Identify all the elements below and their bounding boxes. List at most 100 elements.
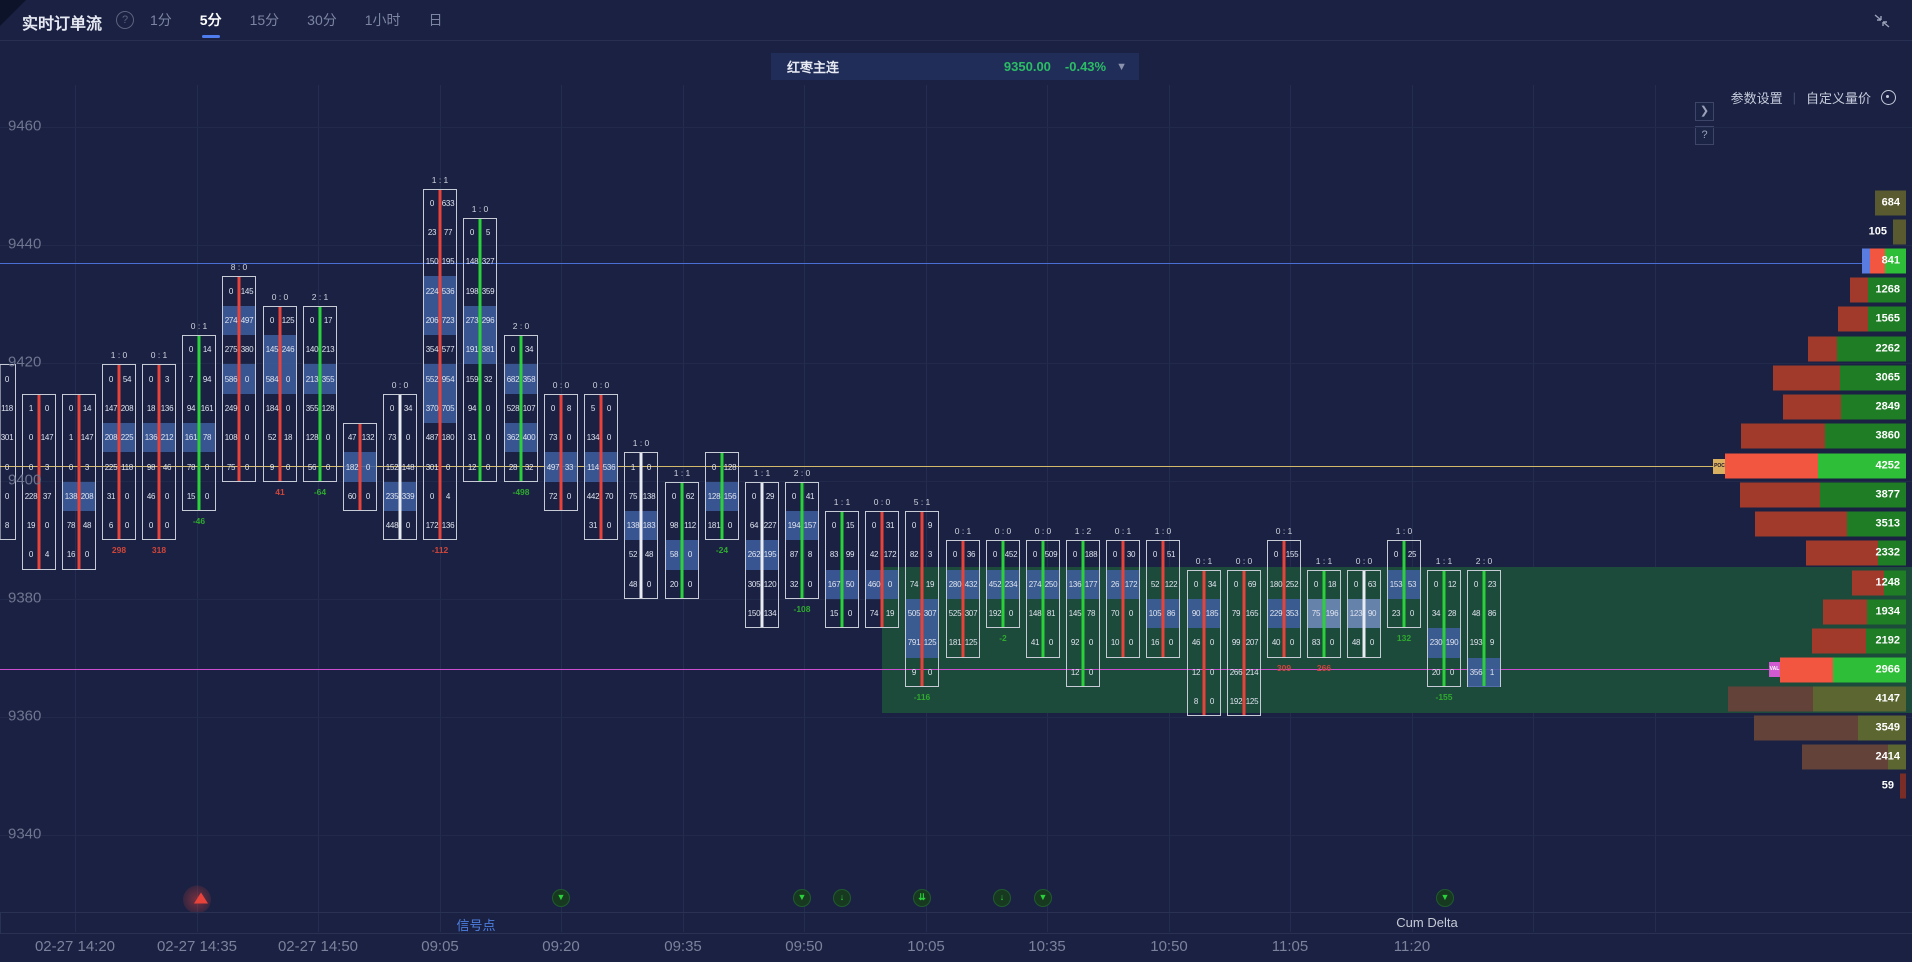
footprint-candle[interactable]: 09823741950530779112590 xyxy=(905,511,939,687)
delta-line xyxy=(1363,571,1366,657)
tab-日[interactable]: 日 xyxy=(429,0,443,40)
tab-5分[interactable]: 5分 xyxy=(200,0,222,40)
footprint-candle[interactable]: 023488619393561 xyxy=(1467,570,1501,687)
footprint-candle[interactable]: 0171402132133553551281280560 xyxy=(303,306,337,482)
ask-volume: 0 xyxy=(119,521,135,530)
delta-line xyxy=(761,483,764,628)
ask-volume: 0 xyxy=(480,404,496,413)
ask-volume: 136 xyxy=(159,404,175,413)
footprint-candle[interactable]: 06298112580200 xyxy=(665,482,699,599)
footprint-candle[interactable]: 0347301521482353394480 xyxy=(383,394,417,541)
tab-15分[interactable]: 15分 xyxy=(250,0,280,40)
footprint-candle[interactable]: 04524522341920 xyxy=(986,540,1020,628)
footprint-candle[interactable]: 0147949416116178780150 xyxy=(182,335,216,511)
footprint-candle[interactable]: 0697916599207266214192125 xyxy=(1227,570,1261,717)
ask-volume: 53 xyxy=(1404,580,1420,589)
footprint-candle[interactable]: 0633237715019522453620672335457755295437… xyxy=(423,189,457,541)
target-icon[interactable] xyxy=(1881,90,1896,105)
profile-bar-segment xyxy=(1823,600,1867,625)
footprint-candle[interactable]: 0346823585281073624002832 xyxy=(504,335,538,482)
footprint-candle[interactable]: 01875196830 xyxy=(1307,570,1341,658)
ask-volume: 14 xyxy=(79,404,95,413)
footprint-candle[interactable]: 05414720820822522511831060 xyxy=(102,364,136,540)
footprint-candle[interactable]: 0314217246007419 xyxy=(865,511,899,628)
footprint-candle[interactable]: 02515353230 xyxy=(1387,540,1421,628)
profile-bar-segment xyxy=(1740,483,1820,508)
params-settings-button[interactable]: 参数设置 xyxy=(1731,88,1783,107)
sell-signal-icon[interactable]: ▼ xyxy=(1436,889,1454,907)
footprint-candle[interactable]: 471321820600 xyxy=(343,423,377,511)
next-panel-button[interactable]: ❯ xyxy=(1695,102,1714,121)
footprint-candle[interactable]: 01281281561810 xyxy=(705,452,739,540)
delta-line xyxy=(319,307,322,481)
ask-volume: 0 xyxy=(280,404,296,413)
footprint-candle[interactable]: 036280432525307181125 xyxy=(946,540,980,657)
ask-volume: 0 xyxy=(39,404,55,413)
footprint-candle[interactable]: 0141147031382087848160 xyxy=(62,394,96,570)
panel-help-button[interactable]: ? xyxy=(1695,126,1714,145)
footprint-candle[interactable]: 0349018546012080 xyxy=(1187,570,1221,717)
sell-signal-icon[interactable]: ↓ xyxy=(833,889,851,907)
buy-signal-icon[interactable] xyxy=(194,893,208,904)
imbalance-label: 1 : 2 xyxy=(1075,526,1092,536)
sell-signal-icon[interactable]: ▼ xyxy=(793,889,811,907)
profile-bar-segment xyxy=(1754,716,1858,741)
footprint-candle[interactable]: 012514524658401840521890 xyxy=(263,306,297,482)
ask-volume: 0 xyxy=(1123,609,1139,618)
footprint-candle[interactable]: 55022311822930178053008 xyxy=(0,364,16,540)
tab-30分[interactable]: 30分 xyxy=(307,0,337,40)
footprint-candle[interactable]: 0515212210586160 xyxy=(1146,540,1180,657)
footprint-candle[interactable]: 0145274497275380586024901080750 xyxy=(222,276,256,481)
ask-volume: 17 xyxy=(320,316,336,325)
tab-1分[interactable]: 1分 xyxy=(150,0,172,40)
collapse-icon[interactable] xyxy=(1874,14,1890,33)
footprint-candle[interactable]: 0123428230190200 xyxy=(1427,570,1461,687)
footprint-candle[interactable]: 050927425014881410 xyxy=(1026,540,1060,657)
sell-signal-icon[interactable]: ⇊ xyxy=(913,889,931,907)
imbalance-label: 0 : 0 xyxy=(1035,526,1052,536)
custom-volume-price-button[interactable]: 自定义量价 xyxy=(1806,88,1871,107)
volume-profile-row: 3877 xyxy=(0,483,1912,508)
footprint-candle[interactable]: 50134011453644270310 xyxy=(584,394,618,541)
ask-volume: 19 xyxy=(882,609,898,618)
profile-bar-segment xyxy=(1755,512,1847,537)
footprint-candle[interactable]: 0514832719835927329619138115932940310120 xyxy=(463,218,497,482)
footprint-candle[interactable]: 0873049733720 xyxy=(544,394,578,511)
profile-row-value: 1268 xyxy=(1876,278,1900,303)
footprint-candle[interactable]: 015839916750150 xyxy=(825,511,859,628)
delta-line xyxy=(439,190,442,540)
ask-volume: 190 xyxy=(1444,638,1460,647)
footprint-candle[interactable]: 0318136136212984646000 xyxy=(142,364,176,540)
footprint-candle[interactable]: 041194157878320 xyxy=(785,482,819,599)
footprint-candle[interactable]: 02964227262195305120150134 xyxy=(745,482,779,629)
imbalance-label: 0 : 0 xyxy=(1356,556,1373,566)
delta-line xyxy=(399,395,402,540)
time-axis-label: 10:50 xyxy=(1150,938,1188,955)
ask-volume: 0 xyxy=(601,521,617,530)
footprint-candle[interactable]: 0155180252229353400 xyxy=(1267,540,1301,657)
ask-volume: 29 xyxy=(762,492,778,501)
ask-volume: 37 xyxy=(39,492,55,501)
ask-volume: 0 xyxy=(1204,638,1220,647)
imbalance-label: 0 : 0 xyxy=(272,292,289,302)
symbol-selector[interactable]: 红枣主连 9350.00 -0.43% ▼ xyxy=(771,53,1139,80)
footprint-candle[interactable]: 018813617714578920120 xyxy=(1066,540,1100,687)
sell-signal-icon[interactable]: ▼ xyxy=(1034,889,1052,907)
ask-volume: 0 xyxy=(842,609,858,618)
help-icon[interactable]: ? xyxy=(116,11,134,29)
ask-volume: 307 xyxy=(922,609,938,618)
ask-volume: 0 xyxy=(239,375,255,384)
ask-volume: 0 xyxy=(280,463,296,472)
sell-signal-icon[interactable]: ▼ xyxy=(552,889,570,907)
sell-signal-icon[interactable]: ↓ xyxy=(993,889,1011,907)
ask-volume: 3 xyxy=(79,463,95,472)
tab-1小时[interactable]: 1小时 xyxy=(365,0,401,40)
footprint-candle[interactable]: 03026172700100 xyxy=(1106,540,1140,657)
cum-delta-label[interactable]: Cum Delta xyxy=(1396,915,1457,930)
ask-volume: 296 xyxy=(480,316,496,325)
delta-line xyxy=(78,395,81,569)
footprint-candle[interactable]: 06312390480 xyxy=(1347,570,1381,658)
footprint-candle[interactable]: 10751381381835248480 xyxy=(624,452,658,599)
signal-points-label[interactable]: 信号点 xyxy=(456,915,495,934)
ask-volume: 0 xyxy=(1003,609,1019,618)
